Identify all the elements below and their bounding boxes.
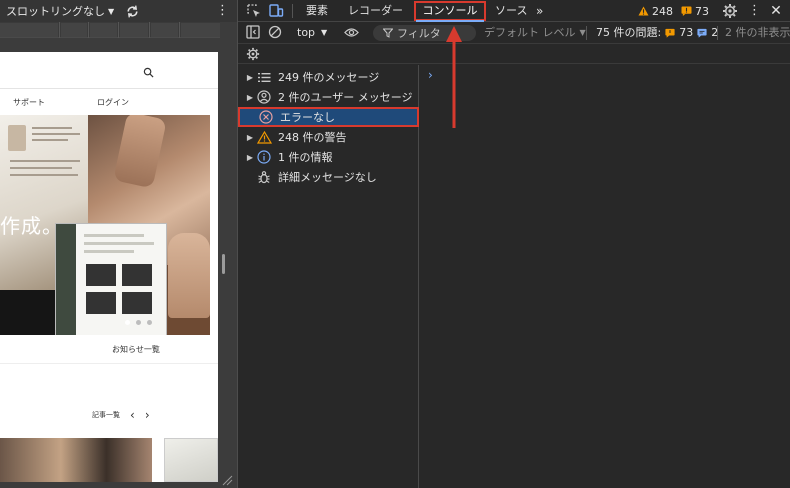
sidebar-item-label: 詳細メッセージなし [278,171,377,184]
caret-down-icon: ▼ [108,6,115,16]
expand-arrow-icon[interactable]: ▶ [238,93,256,102]
sidebar-item-label: 249 件のメッセージ [278,71,380,84]
section-divider [0,363,218,364]
device-toolbar: スロットリングなし ▼ ⋮ [0,0,237,22]
warning-counter[interactable]: 248 [638,0,673,22]
eye-icon[interactable] [344,26,359,39]
sidebar-item-label: 1 件の情報 [278,151,333,164]
console-prompt-caret[interactable]: › [428,68,433,82]
tab-sources[interactable]: ソース [495,0,527,22]
sidebar-item-warnings[interactable]: ▶ 248 件の警告 [238,127,419,147]
sidebar-toggle-icon[interactable] [246,25,260,39]
issues-summary[interactable]: 75 件の問題: 73 2 [596,22,718,44]
filter-funnel-icon [383,28,393,38]
warning-triangle-icon [256,129,272,145]
caret-down-icon: ▼ [579,28,586,37]
articles-header: 記事一覧 ‹ › [92,408,150,422]
media-query-ruler[interactable] [0,22,220,38]
tab-elements[interactable]: 要素 [306,0,328,22]
slider-dot[interactable] [136,320,141,325]
console-settings-row [238,44,790,64]
tab-console[interactable]: コンソール [414,1,486,21]
filter-placeholder: フィルタ [397,27,441,40]
bug-icon [256,169,272,185]
news-list-link[interactable]: お知らせ一覧 [112,344,160,355]
error-circle-icon [258,109,274,125]
resize-handle[interactable] [222,254,225,274]
issue-counter[interactable]: 73 [681,0,709,22]
throttling-dropdown[interactable]: スロットリングなし ▼ [6,3,114,19]
levels-label: デフォルト レベル [484,26,576,39]
sidebar-item-label: エラーなし [280,111,335,124]
warning-count: 248 [652,4,673,18]
sidebar-item-user-messages[interactable]: ▶ 2 件のユーザー メッセージ [238,87,419,107]
corner-resize-icon[interactable] [221,474,233,486]
console-sidebar: ▶ 249 件のメッセージ ▶ 2 件のユーザー メッセージ エラーなし ▶ 2… [238,65,419,488]
devtools-tabbar: 要素 レコーダー コンソール ソース » 248 73 ⋮ ✕ [238,0,790,22]
more-vertical-icon[interactable]: ⋮ [216,2,229,20]
clear-console-icon[interactable] [268,25,282,39]
devtools-panel: 要素 レコーダー コンソール ソース » 248 73 ⋮ ✕ top ▼ フィ… [238,0,790,488]
issue-flag-icon [681,6,692,16]
gear-icon[interactable] [722,3,738,19]
context-selector[interactable]: top ▼ [297,22,327,44]
sidebar-item-label: 2 件のユーザー メッセージ [278,91,413,104]
article-thumbnail[interactable] [0,438,152,482]
hero-headline: 作成。 [0,214,63,238]
issues-label: 75 件の問題: [596,26,662,39]
throttling-label: スロットリングなし [6,5,105,18]
console-output[interactable]: › [420,65,790,488]
sidebar-item-errors[interactable]: エラーなし [238,107,419,127]
next-arrow-icon[interactable]: › [145,408,150,422]
expand-arrow-icon[interactable]: ▶ [238,133,256,142]
gear-icon[interactable] [246,47,260,61]
issue-count: 73 [695,4,709,18]
slider-dots[interactable] [125,320,152,325]
slider-dot[interactable] [147,320,152,325]
expand-arrow-icon[interactable]: ▶ [238,73,256,82]
prev-arrow-icon[interactable]: ‹ [130,408,135,422]
log-levels-dropdown[interactable]: デフォルト レベル ▼ [484,22,586,44]
device-toolbar-icon[interactable] [268,3,284,19]
user-icon [256,89,272,105]
more-vertical-icon[interactable]: ⋮ [748,2,761,20]
search-icon[interactable] [143,67,154,78]
filter-input[interactable]: フィルタ [373,25,476,41]
article-thumbnails [0,438,218,482]
info-message-icon [697,28,707,38]
warning-triangle-icon [638,6,649,16]
expand-arrow-icon[interactable]: ▶ [238,153,256,162]
sidebar-item-messages[interactable]: ▶ 249 件のメッセージ [238,67,419,87]
header-divider [0,88,218,89]
hero-slider-image: 作成。 [0,115,210,335]
issue-flag-icon [665,28,675,38]
tab-recorder[interactable]: レコーダー [348,0,403,22]
context-label: top [297,26,316,39]
device-emulation-pane: スロットリングなし ▼ ⋮ サポート ログイン 作成。 お知らせ一覧 記事一覧 … [0,0,237,488]
hidden-count-label: 2 件の非表示 [725,26,790,39]
inspect-element-icon[interactable] [246,3,262,19]
emulated-page: サポート ログイン 作成。 お知らせ一覧 記事一覧 ‹ › [0,52,218,482]
list-icon [256,69,272,85]
sidebar-item-label: 248 件の警告 [278,131,347,144]
issues-warn-count: 73 [679,26,694,39]
close-icon[interactable]: ✕ [769,3,783,19]
articles-label[interactable]: 記事一覧 [92,410,120,420]
article-thumbnail[interactable] [164,438,218,482]
sidebar-item-info[interactable]: ▶ 1 件の情報 [238,147,419,167]
nav-support-link[interactable]: サポート [13,97,45,108]
nav-login-link[interactable]: ログイン [97,97,129,108]
more-tabs-icon[interactable]: » [536,0,543,22]
slider-dot[interactable] [125,320,130,325]
caret-down-icon: ▼ [321,28,328,37]
info-icon [256,149,272,165]
sidebar-item-verbose[interactable]: 詳細メッセージなし [238,167,419,187]
rotate-icon[interactable] [124,3,141,20]
